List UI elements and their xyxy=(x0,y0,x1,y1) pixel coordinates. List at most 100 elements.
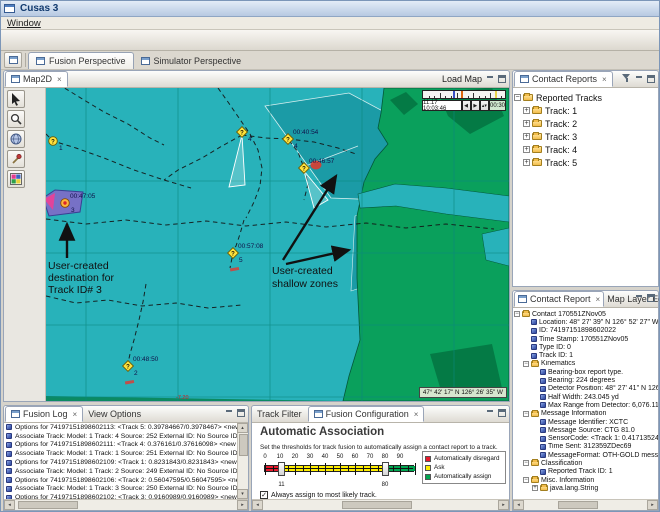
slider-handle-low[interactable] xyxy=(278,462,285,476)
open-perspective-button[interactable] xyxy=(4,52,22,68)
tab-simulator-perspective[interactable]: Simulator Perspective xyxy=(134,52,249,69)
titlebar[interactable]: Cusas 3 xyxy=(1,1,659,17)
scroll-right-button[interactable]: ▸ xyxy=(498,500,509,510)
time-ruler[interactable] xyxy=(422,90,506,99)
interval-spinner[interactable]: ▴▾ xyxy=(480,100,489,111)
minimize-icon[interactable] xyxy=(225,409,233,417)
horizontal-scrollbar[interactable]: ◂ ▸ xyxy=(4,499,248,510)
tree-node[interactable]: Location: 48° 27' 39" N 126° 52' 27" W xyxy=(513,318,658,326)
log-entry[interactable]: Associate Track: Model: 1 Track: 4 Sourc… xyxy=(5,432,237,441)
minimize-icon[interactable] xyxy=(635,75,643,83)
map-tool-globe-button[interactable] xyxy=(7,130,25,148)
close-icon[interactable]: × xyxy=(57,75,62,84)
tab-fusion-perspective[interactable]: Fusion Perspective xyxy=(28,52,134,69)
scroll-thumb[interactable] xyxy=(18,501,78,509)
close-icon[interactable]: × xyxy=(602,75,607,84)
scroll-thumb[interactable] xyxy=(239,434,248,456)
scroll-left-button[interactable]: ◂ xyxy=(513,500,524,510)
tree-node[interactable]: ID: 74197151898602022 xyxy=(513,327,658,335)
log-entry[interactable]: Associate Track: Model: 1 Track: 2 Sourc… xyxy=(5,467,237,476)
close-icon[interactable]: × xyxy=(596,295,601,304)
map-tool-select-button[interactable] xyxy=(7,90,25,108)
load-map-button[interactable]: Load Map xyxy=(442,74,482,84)
tree-node[interactable]: +Track: 3 xyxy=(513,130,658,143)
tab-fusion-log[interactable]: Fusion Log × xyxy=(5,406,83,422)
tab-track-filter[interactable]: Track Filter xyxy=(252,406,307,422)
tree-node[interactable]: MessageFormat: OTH-GOLD message forma xyxy=(513,451,658,459)
close-icon[interactable]: × xyxy=(73,410,78,419)
collapse-icon[interactable]: − xyxy=(523,477,529,483)
step-forward-button[interactable]: ▶ xyxy=(471,100,480,111)
tab-map2d[interactable]: Map2D × xyxy=(5,71,68,87)
association-threshold-slider[interactable]: 01020304050607080901180 xyxy=(264,465,414,472)
scroll-down-button[interactable]: ▾ xyxy=(237,489,248,499)
step-back-button[interactable]: ◀ xyxy=(462,100,471,111)
tree-node[interactable]: +Track: 1 xyxy=(513,104,658,117)
vertical-scrollbar[interactable]: ▴ ▾ xyxy=(237,423,248,499)
checkbox[interactable]: ✓ xyxy=(260,491,268,499)
menu-window[interactable]: Window xyxy=(1,18,47,29)
tree-node[interactable]: −Kinematics xyxy=(513,360,658,368)
tree-node[interactable]: +Track: 4 xyxy=(513,143,658,156)
maximize-icon[interactable] xyxy=(498,75,506,83)
tab-contact-report[interactable]: Contact Report × xyxy=(514,291,604,307)
tree-node[interactable]: +Track: 2 xyxy=(513,117,658,130)
tree-node[interactable]: −Contact 170551ZNov05 xyxy=(513,310,658,318)
log-entry[interactable]: Associate Track: Model: 1 Track: 1 Sourc… xyxy=(5,449,237,458)
tree-node[interactable]: −Classification xyxy=(513,459,658,467)
log-entry[interactable]: Associate Track: Model: 1 Track: 3 Sourc… xyxy=(5,485,237,494)
minimize-icon[interactable] xyxy=(635,294,643,302)
tree-node[interactable]: Max Range from Detector: 6,076.115 yd xyxy=(513,401,658,409)
tree-node[interactable]: +java.lang.String xyxy=(513,484,658,492)
tree-node[interactable]: Detector Position: 48° 27' 41" N 126° 52… xyxy=(513,385,658,393)
log-entry[interactable]: Options for 74197151898602111: <Track 4:… xyxy=(5,441,237,450)
minimize-icon[interactable] xyxy=(486,75,494,83)
map-canvas[interactable]: ?1?4?400:40:54?00:46:57300:47:05?500:57:… xyxy=(46,88,509,401)
tab-contact-reports[interactable]: Contact Reports × xyxy=(514,71,613,87)
scroll-left-button[interactable]: ◂ xyxy=(4,500,15,510)
tree-node[interactable]: Message Identifier: XCTC xyxy=(513,418,658,426)
maximize-icon[interactable] xyxy=(237,409,245,417)
tree-node[interactable]: −Misc. Information xyxy=(513,476,658,484)
maximize-icon[interactable] xyxy=(647,294,655,302)
slider-handle-high[interactable] xyxy=(382,462,389,476)
scroll-right-button[interactable]: ▸ xyxy=(237,500,248,510)
tree-node[interactable]: Message Source: CTG 81.0 xyxy=(513,426,658,434)
tab-view-options[interactable]: View Options xyxy=(83,406,146,422)
tree-node[interactable]: Bearing-box report type. xyxy=(513,368,658,376)
minimize-icon[interactable] xyxy=(486,409,494,417)
map-tool-zoom-button[interactable] xyxy=(7,110,25,128)
filter-icon[interactable] xyxy=(622,74,631,83)
tree-node[interactable]: −Message Information xyxy=(513,410,658,418)
tree-node[interactable]: −Reported Tracks xyxy=(513,91,658,104)
tree-node[interactable]: SensorCode: <Track 1: 0.41713524/0.4171 xyxy=(513,434,658,442)
expand-icon[interactable]: + xyxy=(523,159,530,166)
expand-icon[interactable]: + xyxy=(523,146,530,153)
scroll-left-button[interactable]: ◂ xyxy=(252,500,263,510)
collapse-icon[interactable]: − xyxy=(523,411,529,417)
expand-icon[interactable]: + xyxy=(532,485,538,491)
scroll-thumb[interactable] xyxy=(558,501,598,509)
tree-node[interactable]: Type ID: 0 xyxy=(513,343,658,351)
scroll-thumb[interactable] xyxy=(342,501,412,509)
tree-node[interactable]: Bearing: 224 degrees xyxy=(513,376,658,384)
tree-node[interactable]: +Track: 5 xyxy=(513,156,658,169)
tree-node[interactable]: Track ID: 1 xyxy=(513,351,658,359)
collapse-icon[interactable]: − xyxy=(523,460,529,466)
collapse-icon[interactable]: − xyxy=(523,361,529,367)
expand-icon[interactable]: + xyxy=(523,133,530,140)
log-entry[interactable]: Options for 74197151898602109: <Track 1:… xyxy=(5,458,237,467)
scroll-up-button[interactable]: ▴ xyxy=(237,423,248,433)
tree-node[interactable]: Time Stamp: 170551ZNov05 xyxy=(513,335,658,343)
map-tool-pin-button[interactable] xyxy=(7,150,25,168)
expand-icon[interactable]: + xyxy=(523,120,530,127)
collapse-icon[interactable]: − xyxy=(514,94,521,101)
map-tool-layers-button[interactable] xyxy=(7,170,25,188)
maximize-icon[interactable] xyxy=(647,75,655,83)
collapse-icon[interactable]: − xyxy=(514,311,520,317)
tree-node[interactable]: Time Sent: 312359ZDec69 xyxy=(513,443,658,451)
horizontal-scrollbar[interactable]: ◂ ▸ xyxy=(252,499,509,510)
maximize-icon[interactable] xyxy=(498,409,506,417)
tree-node[interactable]: Reported Track ID: 1 xyxy=(513,468,658,476)
tree-node[interactable]: Half Width: 243.045 yd xyxy=(513,393,658,401)
